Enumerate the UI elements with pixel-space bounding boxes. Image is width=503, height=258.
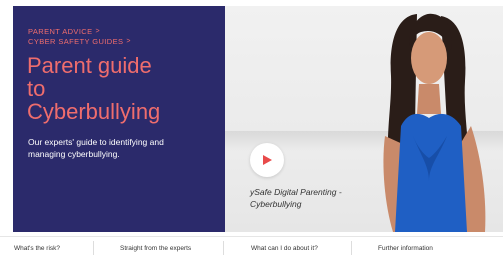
breadcrumb-label[interactable]: PARENT ADVICE: [28, 27, 93, 37]
tab-what-can-i-do[interactable]: What can I do about it?: [251, 245, 318, 252]
tab-divider: [223, 241, 224, 255]
tab-divider: [351, 241, 352, 255]
video-title: ySafe Digital Parenting - Cyberbullying: [250, 186, 370, 210]
page-subtitle: Our experts' guide to identifying and ma…: [28, 137, 164, 159]
page-title-line-1: Parent guide: [27, 53, 152, 78]
chevron-right-icon: >: [95, 28, 101, 35]
page-title-line-3: Cyberbullying: [27, 99, 161, 124]
tab-further-information[interactable]: Further information: [378, 245, 433, 252]
chevron-right-icon: >: [126, 38, 131, 45]
breadcrumb: PARENT ADVICE > CYBER SAFETY GUIDES >: [28, 27, 131, 47]
tab-whats-the-risk[interactable]: What's the risk?: [14, 245, 60, 252]
breadcrumb-label[interactable]: CYBER SAFETY GUIDES: [28, 37, 123, 47]
breadcrumb-cyber-safety-guides[interactable]: CYBER SAFETY GUIDES >: [28, 37, 131, 47]
page-title-line-2: to: [27, 76, 46, 101]
video-player[interactable]: ySafe Digital Parenting - Cyberbullying: [225, 6, 503, 232]
presenter-image: [383, 13, 486, 232]
tab-straight-from-the-experts[interactable]: Straight from the experts: [120, 245, 191, 252]
breadcrumb-parent-advice[interactable]: PARENT ADVICE >: [28, 27, 131, 37]
play-icon: [263, 155, 272, 165]
video-title-line-1: ySafe Digital Parenting -: [250, 187, 342, 197]
section-tabs: What's the risk? Straight from the exper…: [0, 236, 503, 258]
page-title: Parent guide to Cyberbullying: [27, 54, 217, 123]
hero-section: PARENT ADVICE > CYBER SAFETY GUIDES > Pa…: [0, 0, 503, 232]
video-title-line-2: Cyberbullying: [250, 199, 302, 209]
play-button[interactable]: [250, 143, 284, 177]
hero-text-panel: PARENT ADVICE > CYBER SAFETY GUIDES > Pa…: [13, 6, 225, 232]
tab-divider: [93, 241, 94, 255]
